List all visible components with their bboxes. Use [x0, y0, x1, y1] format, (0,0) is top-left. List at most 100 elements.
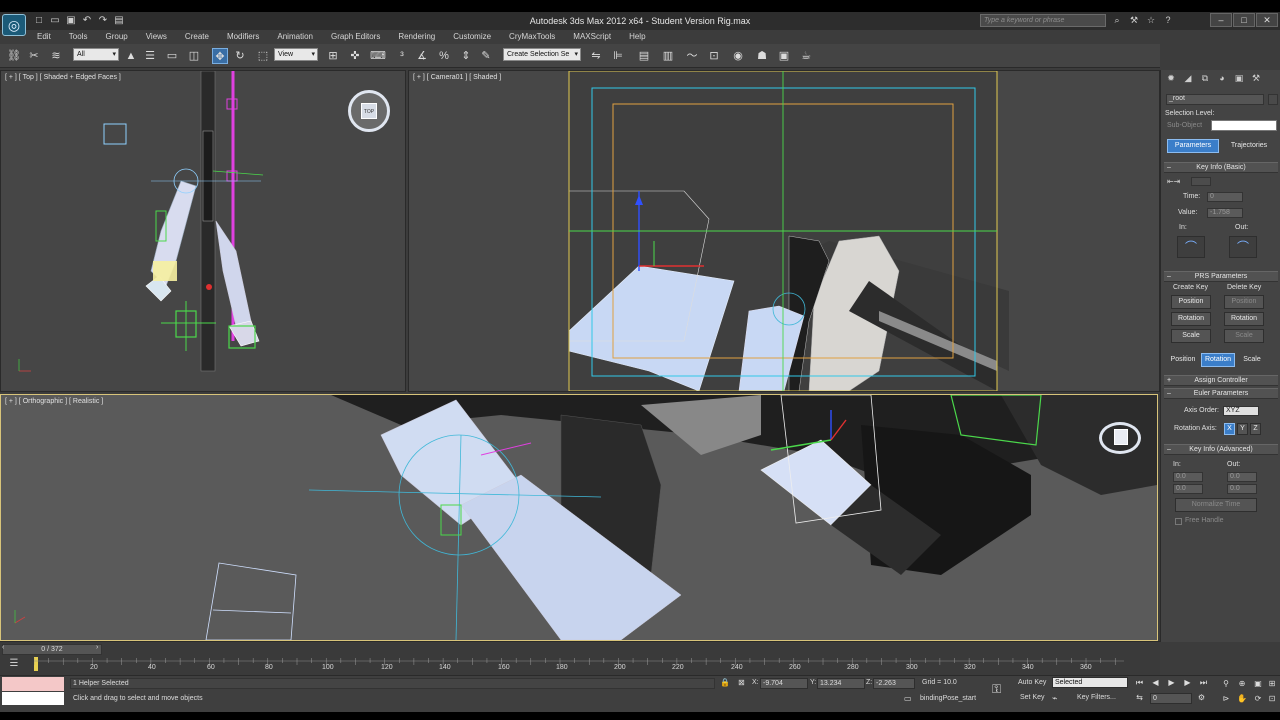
keyboard-shortcut-icon[interactable]: ⌨ — [370, 48, 386, 64]
maxscript-listener-pink[interactable] — [2, 677, 64, 691]
sub-object-dropdown[interactable] — [1211, 120, 1277, 131]
named-selection-dropdown[interactable]: Create Selection Se — [503, 48, 581, 61]
time-configuration-icon[interactable]: ⚙ — [1196, 693, 1207, 703]
key-info-basic-rollout[interactable]: Key Info (Basic) — [1164, 162, 1278, 173]
render-production-icon[interactable]: ☕ — [798, 48, 814, 64]
time-slider[interactable]: 0 / 372 ‹ › — [0, 641, 1160, 655]
viewcube-ortho[interactable] — [1099, 422, 1141, 454]
select-scale-icon[interactable]: ⬚ — [255, 48, 271, 64]
viewcube-face[interactable]: TOP — [361, 103, 377, 119]
out-tangent-curve-icon[interactable]: ⌒ — [1229, 236, 1257, 258]
menu-maxscript[interactable]: MAXScript — [564, 30, 620, 43]
z-coordinate-field[interactable]: -2.263 — [873, 678, 915, 689]
next-frame-icon[interactable]: ▶ — [1182, 678, 1193, 688]
axis-order-dropdown[interactable]: XYZ — [1223, 406, 1259, 416]
open-file-icon[interactable]: ▭ — [48, 14, 62, 27]
menu-crymaxtools[interactable]: CryMaxTools — [500, 30, 564, 43]
subscription-icon[interactable]: ⚒ — [1127, 14, 1141, 27]
auto-key-button[interactable]: Auto Key — [1018, 679, 1046, 686]
pivot-center-icon[interactable]: ⊞ — [325, 48, 341, 64]
new-file-icon[interactable]: □ — [32, 14, 46, 27]
key-icon[interactable]: ⚿ — [992, 682, 1001, 697]
undo-icon[interactable]: ↶ — [80, 14, 94, 27]
prev-next-key-icon[interactable]: ⇤⇥ — [1167, 177, 1180, 186]
object-name-field[interactable]: _root — [1166, 94, 1264, 105]
save-file-icon[interactable]: ▣ — [64, 14, 78, 27]
viewport-ortho-label[interactable]: [ + ] [ Orthographic ] [ Realistic ] — [5, 398, 103, 405]
create-rotation-key-button[interactable]: Rotation — [1171, 312, 1211, 326]
pan-icon[interactable]: ✋ — [1236, 693, 1248, 704]
window-crossing-icon[interactable]: ◫ — [186, 48, 202, 64]
adv-out-field-1[interactable]: 0.0 — [1227, 472, 1257, 482]
menu-rendering[interactable]: Rendering — [389, 30, 444, 43]
create-position-key-button[interactable]: Position — [1171, 295, 1211, 309]
parameters-button[interactable]: Parameters — [1167, 139, 1219, 153]
free-handle-checkbox[interactable] — [1175, 518, 1182, 525]
search-icon[interactable]: ⌕ — [1110, 14, 1124, 27]
menu-views[interactable]: Views — [137, 30, 176, 43]
rendered-frame-icon[interactable]: ▣ — [776, 48, 792, 64]
rotation-axis-z-button[interactable]: Z — [1250, 423, 1261, 435]
time-slider-prev-icon[interactable]: ‹ — [2, 644, 4, 651]
redo-icon[interactable]: ↷ — [96, 14, 110, 27]
edit-named-selection-icon[interactable]: ✎ — [478, 48, 494, 64]
select-manipulate-icon[interactable]: ✜ — [347, 48, 363, 64]
set-key-button[interactable]: Set Key — [1020, 694, 1045, 701]
maxscript-listener-white[interactable] — [2, 692, 64, 705]
play-icon[interactable]: ▶ — [1166, 678, 1177, 688]
rotation-axis-x-button[interactable]: X — [1224, 423, 1235, 435]
spinner-snap-icon[interactable]: ⇕ — [458, 48, 474, 64]
current-frame-field[interactable]: 0 — [1150, 693, 1192, 704]
delete-rotation-key-button[interactable]: Rotation — [1224, 312, 1264, 326]
viewcube-top[interactable]: TOP — [348, 90, 390, 132]
viewport-camera-label[interactable]: [ + ] [ Camera01 ] [ Shaded ] — [413, 74, 501, 81]
delete-scale-key-button[interactable]: Scale — [1224, 329, 1264, 343]
minimize-button[interactable]: – — [1210, 13, 1232, 27]
adv-in-field-1[interactable]: 0.0 — [1173, 472, 1203, 482]
percent-snap-icon[interactable]: % — [436, 48, 452, 64]
assign-controller-rollout[interactable]: Assign Controller — [1164, 375, 1278, 386]
create-tab-icon[interactable]: ✹ — [1164, 72, 1178, 85]
menu-group[interactable]: Group — [96, 30, 136, 43]
mini-curve-editor-icon[interactable]: ☰ — [6, 658, 22, 670]
selection-lock-icon[interactable]: 🔒 — [720, 678, 730, 687]
menu-modifiers[interactable]: Modifiers — [218, 30, 268, 43]
euler-parameters-rollout[interactable]: Euler Parameters — [1164, 388, 1278, 399]
key-mode-dropdown[interactable]: Selected — [1052, 677, 1128, 688]
go-to-end-icon[interactable]: ⏭ — [1198, 678, 1209, 688]
display-tab-icon[interactable]: ▣ — [1232, 72, 1246, 85]
app-logo-icon[interactable]: ◎ — [2, 14, 26, 36]
value-field[interactable]: -1.758 — [1207, 208, 1243, 218]
set-key-filter-icon[interactable]: ⌁ — [1052, 693, 1057, 704]
prs-parameters-rollout[interactable]: PRS Parameters — [1164, 271, 1278, 282]
viewport-orthographic[interactable]: [ + ] [ Orthographic ] [ Realistic ] — [0, 394, 1158, 641]
select-move-icon[interactable]: ✥ — [212, 48, 228, 64]
zoom-icon[interactable]: ⚲ — [1220, 678, 1232, 689]
rect-selection-icon[interactable]: ▭ — [164, 48, 180, 64]
project-folder-icon[interactable]: ▤ — [112, 14, 126, 27]
time-slider-next-icon[interactable]: › — [96, 644, 98, 651]
unlink-icon[interactable]: ✂ — [26, 48, 42, 64]
object-color-swatch[interactable] — [1268, 94, 1278, 105]
create-scale-key-button[interactable]: Scale — [1171, 329, 1211, 343]
graphite-ribbon-icon[interactable]: ▥ — [660, 48, 676, 64]
align-icon[interactable]: ⊫ — [610, 48, 626, 64]
mirror-icon[interactable]: ⇋ — [588, 48, 604, 64]
position-tab[interactable]: Position — [1166, 353, 1200, 367]
key-number-field[interactable] — [1191, 177, 1211, 186]
time-slider-thumb[interactable]: 0 / 372 — [2, 644, 102, 655]
track-bar[interactable]: ☰ 20 40 60 80 100 120 140 160 180 200 22… — [0, 655, 1160, 675]
schematic-view-icon[interactable]: ⊡ — [706, 48, 722, 64]
selection-filter-dropdown[interactable]: All — [73, 48, 119, 61]
curve-editor-icon[interactable]: 〜 — [684, 48, 700, 64]
zoom-extents-all-icon[interactable]: ⊞ — [1266, 678, 1278, 689]
layer-manager-icon[interactable]: ▤ — [636, 48, 652, 64]
reference-coord-dropdown[interactable]: View — [274, 48, 318, 61]
prev-frame-icon[interactable]: ◀ — [1150, 678, 1161, 688]
viewcube-ortho-face[interactable] — [1114, 429, 1128, 445]
field-of-view-icon[interactable]: ⊳ — [1220, 693, 1232, 704]
maximize-viewport-icon[interactable]: ⊡ — [1266, 693, 1278, 704]
key-filters-button[interactable]: Key Filters... — [1077, 694, 1116, 701]
orbit-icon[interactable]: ⟳ — [1252, 693, 1264, 704]
viewport-camera[interactable]: [ + ] [ Camera01 ] [ Shaded ] — [408, 70, 1160, 392]
